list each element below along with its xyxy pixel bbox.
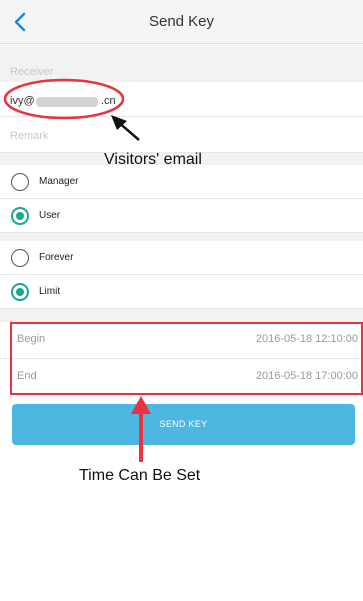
email-pointer-arrow (111, 115, 140, 141)
email-annotation-text: Visitors' email (104, 151, 202, 168)
email-highlight-ellipse (3, 78, 125, 120)
time-pointer-arrow (131, 396, 151, 462)
annotation-overlay (3, 78, 363, 462)
time-annotation-text: Time Can Be Set (79, 467, 201, 484)
time-highlight-box (10, 322, 363, 395)
